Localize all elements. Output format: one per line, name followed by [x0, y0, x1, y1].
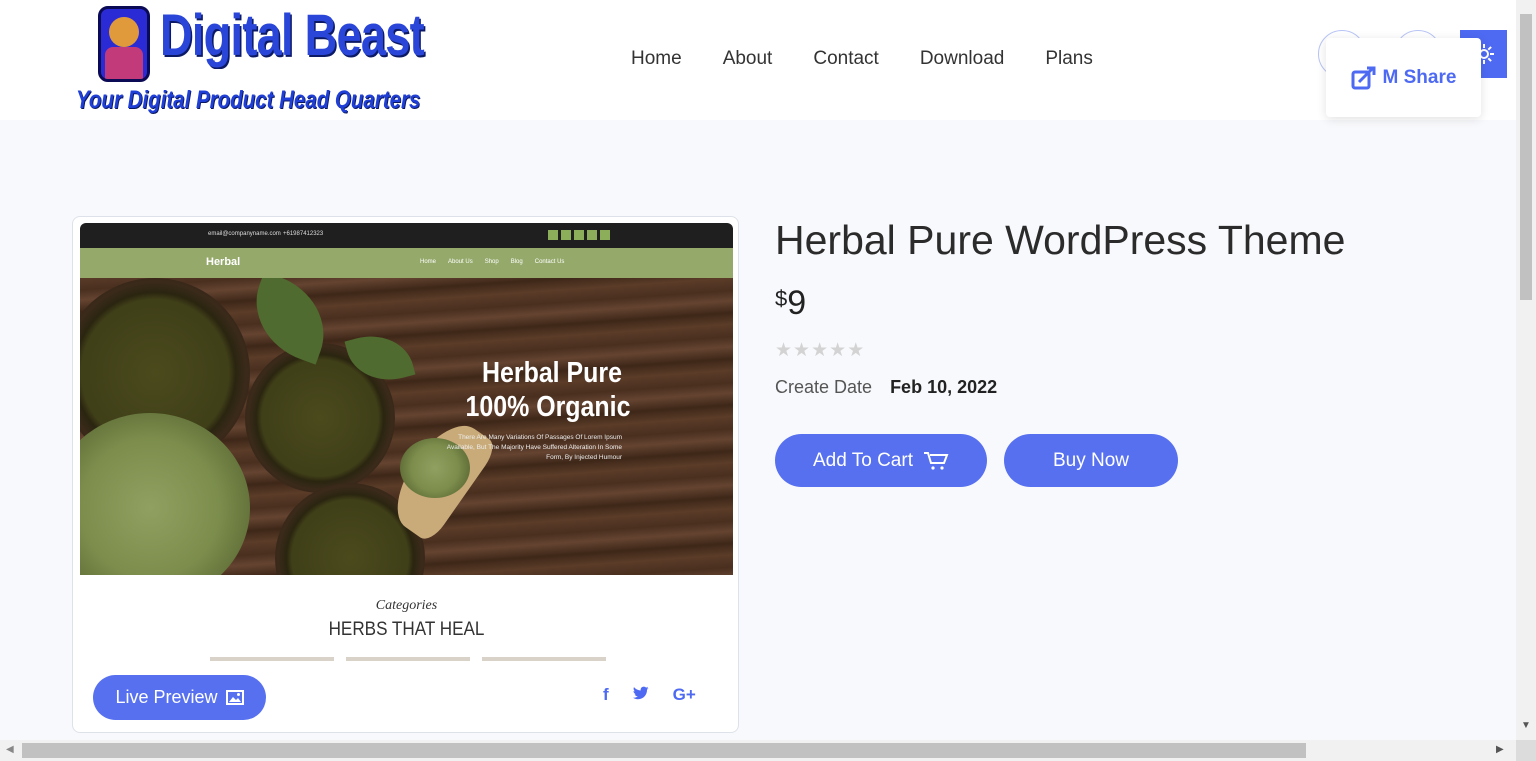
- preview-phone: +61987412323: [283, 231, 324, 237]
- google-plus-icon[interactable]: G+: [673, 685, 696, 705]
- preview-nav-link: Shop: [484, 259, 499, 265]
- image-icon: [225, 690, 244, 705]
- preview-hero-title: Herbal Pure 100% Organic: [465, 357, 631, 423]
- cart-icon: [923, 451, 949, 470]
- preview-nav-link: Blog: [510, 259, 523, 265]
- preview-navbar: Herbal Home About Us Shop Blog Contact U…: [80, 248, 733, 278]
- facebook-icon[interactable]: f: [603, 685, 609, 705]
- live-preview-label: Live Preview: [115, 687, 218, 707]
- horizontal-scrollbar[interactable]: ◀ ▶: [0, 740, 1516, 761]
- logo-subtitle: Your Digital Product Head Quarters: [76, 86, 421, 114]
- rating-stars: ★ ★ ★ ★ ★: [775, 341, 864, 361]
- nav-home[interactable]: Home: [631, 48, 682, 70]
- logo-title: Digital Beast: [160, 3, 425, 68]
- scroll-left-arrow-icon[interactable]: ◀: [6, 744, 14, 755]
- preview-brand: Herbal: [206, 256, 241, 268]
- preview-nav-link: Contact Us: [534, 259, 565, 265]
- vertical-scrollbar[interactable]: ▼: [1516, 0, 1536, 740]
- buy-now-button[interactable]: Buy Now: [1004, 434, 1178, 487]
- product-price: $9: [775, 284, 807, 322]
- vertical-scroll-thumb[interactable]: [1520, 14, 1532, 300]
- add-to-cart-button[interactable]: Add To Cart: [775, 434, 987, 487]
- twitter-icon[interactable]: [632, 685, 649, 705]
- star-icon: ★: [775, 340, 793, 361]
- preview-social-icons: [548, 230, 610, 240]
- create-date-row: Create Date Feb 10, 2022: [775, 377, 997, 398]
- create-date-label: Create Date: [775, 377, 873, 397]
- star-icon: ★: [829, 340, 847, 361]
- star-icon: ★: [793, 340, 811, 361]
- nav-about[interactable]: About: [723, 48, 773, 70]
- product-title: Herbal Pure WordPress Theme: [775, 217, 1346, 263]
- star-icon: ★: [847, 340, 865, 361]
- scrollbar-corner: [1516, 740, 1536, 761]
- preview-topbar: email@companyname.com +61987412323: [80, 223, 733, 248]
- preview-category-thumbs: [210, 657, 606, 661]
- live-preview-button[interactable]: Live Preview: [93, 675, 266, 720]
- logo-mascot-icon: [98, 6, 150, 82]
- nav-plans[interactable]: Plans: [1045, 48, 1093, 70]
- product-screenshot: email@companyname.com +61987412323 Herba…: [80, 223, 733, 661]
- preview-nav-link: Home: [420, 259, 437, 265]
- horizontal-scroll-thumb[interactable]: [22, 743, 1306, 758]
- preview-nav-links: Home About Us Shop Blog Contact Us: [420, 259, 564, 265]
- create-date-value: Feb 10, 2022: [890, 377, 998, 397]
- nav-download[interactable]: Download: [920, 48, 1005, 70]
- m-share-button[interactable]: M Share: [1326, 38, 1481, 117]
- nav-contact[interactable]: Contact: [813, 48, 878, 70]
- site-header: Digital Beast Your Digital Product Head …: [0, 0, 1516, 120]
- scroll-down-arrow-icon[interactable]: ▼: [1521, 720, 1531, 731]
- preview-hero-description: There Are Many Variations Of Passages Of…: [446, 434, 622, 461]
- share-icons: f G+: [603, 685, 696, 705]
- edit-share-icon: [1351, 66, 1376, 89]
- preview-nav-link: About Us: [448, 259, 473, 265]
- main-nav: Home About Contact Download Plans: [631, 48, 1134, 70]
- product-preview-card: email@companyname.com +61987412323 Herba…: [72, 216, 739, 733]
- preview-categories-script: Categories: [375, 598, 438, 613]
- star-icon: ★: [811, 340, 829, 361]
- preview-categories-title: HERBS THAT HEAL: [328, 619, 485, 640]
- site-logo[interactable]: Digital Beast Your Digital Product Head …: [72, 0, 428, 118]
- preview-email: email@companyname.com: [208, 231, 281, 237]
- preview-hero-image: Herbal Pure 100% Organic There Are Many …: [80, 278, 733, 575]
- add-to-cart-label: Add To Cart: [813, 449, 913, 471]
- m-share-label: M Share: [1382, 66, 1457, 88]
- scroll-right-arrow-icon[interactable]: ▶: [1496, 744, 1504, 755]
- preview-categories: Categories HERBS THAT HEAL: [80, 575, 733, 661]
